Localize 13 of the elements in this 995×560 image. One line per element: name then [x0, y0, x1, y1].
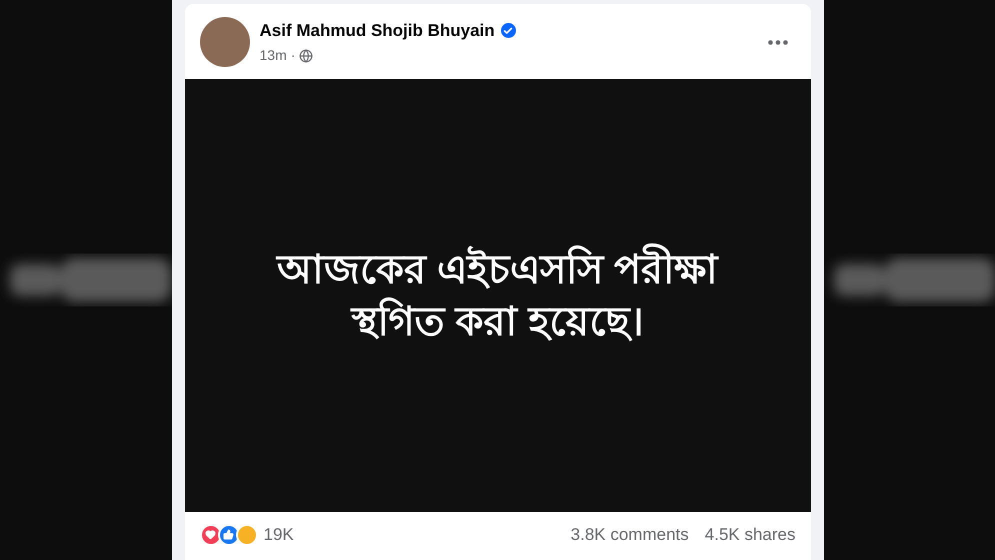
more-icon: [768, 40, 788, 44]
author-name[interactable]: Asif Mahmud Shojib Bhuyain: [260, 18, 495, 44]
like-icon: [218, 524, 240, 546]
separator-dot: ·: [290, 46, 296, 66]
image-text: আজকের এইচএসসি পরীক্ষা: [276, 244, 718, 296]
post-image[interactable]: আজকের এইচএসসি পরীক্ষা স্থগিত করা হয়েছে।: [184, 79, 810, 512]
post-time[interactable]: 13m: [260, 45, 287, 66]
globe-icon: [299, 48, 314, 63]
image-text: স্থগিত করা হয়েছে।: [351, 296, 644, 348]
reaction-count[interactable]: 19K: [264, 522, 294, 548]
shares-count[interactable]: 4.5K shares: [704, 522, 796, 548]
avatar[interactable]: [200, 17, 250, 67]
comments-count[interactable]: 3.8K comments: [570, 522, 689, 548]
